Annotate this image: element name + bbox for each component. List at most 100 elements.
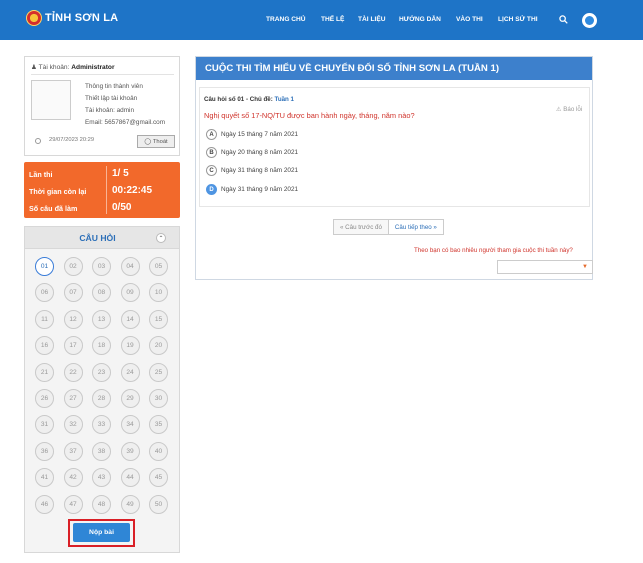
username-text: Tài khoản: admin [85,107,135,114]
question-number-33[interactable]: 33 [92,415,111,435]
question-number-24[interactable]: 24 [120,362,140,382]
question-number-21[interactable]: 21 [35,362,54,382]
question-number-32[interactable]: 32 [63,415,83,435]
nav-lich-su-thi[interactable]: LỊCH SỬ THI [498,16,538,23]
question-number-15[interactable]: 15 [149,309,168,329]
question-number-06[interactable]: 06 [35,283,54,303]
question-number-13[interactable]: 13 [92,309,111,329]
question-number-11[interactable]: 11 [35,309,54,329]
question-navigator: CÂU HỎI ⌃ 01 02 03 04 05 06 07 08 09 10 11 12 13 14 15… [24,226,180,553]
nav-the-le[interactable]: THỂ LỆ [321,16,344,23]
nav-vao-thi[interactable]: VÀO THI [456,16,483,23]
divider [31,74,174,75]
emblem-icon [26,10,42,26]
nav-tai-lieu[interactable]: TÀI LIỆU [358,16,385,23]
survey-question: Theo bạn có bao nhiêu người tham gia cuộ… [414,247,573,254]
chevron-up-icon[interactable]: ⌃ [156,233,166,243]
question-number-37[interactable]: 37 [63,441,83,461]
question-number-09[interactable]: 09 [120,283,140,303]
option-letter: B [206,147,217,158]
question-number-50[interactable]: 50 [149,494,168,514]
nav-trang-chu[interactable]: TRANG CHỦ [266,16,306,23]
avatar [31,80,71,120]
question-navigator-header: CÂU HỎI ⌃ [25,227,179,249]
question-topic[interactable]: Tuần 1 [275,96,294,103]
question-number-08[interactable]: 08 [92,283,111,303]
time-left-value: 00:22:45 [112,185,153,196]
question-number-46[interactable]: 46 [35,494,54,514]
question-number-12[interactable]: 12 [63,309,83,329]
attempt-label: Lần thi [29,170,53,179]
user-avatar-icon[interactable] [582,13,597,28]
question-number-47[interactable]: 47 [63,494,83,514]
question-number-38[interactable]: 38 [92,441,111,461]
submit-button[interactable]: Nộp bài [73,523,130,542]
option-text: Ngày 15 tháng 7 năm 2021 [221,131,299,138]
question-navigator-title: CÂU HỎI [79,233,116,243]
answered-label: Số câu đã làm [29,204,78,213]
question-pager: « Câu trước đó Câu tiếp theo » [333,219,444,235]
profile-link[interactable]: Thông tin thành viên [85,83,143,90]
previous-question-button[interactable]: « Câu trước đó [333,219,389,235]
account-settings-link[interactable]: Thiết lập tài khoản [85,95,137,102]
question-number-18[interactable]: 18 [92,336,111,356]
question-number-19[interactable]: 19 [120,336,140,356]
option-a[interactable]: A Ngày 15 tháng 7 năm 2021 [206,129,298,140]
option-c[interactable]: C Ngày 31 tháng 8 năm 2021 [206,165,298,176]
question-number-25[interactable]: 25 [149,362,168,382]
option-b[interactable]: B Ngày 20 tháng 8 năm 2021 [206,147,298,158]
question-number-29[interactable]: 29 [120,389,140,408]
question-number-36[interactable]: 36 [35,441,54,461]
question-number-42[interactable]: 42 [63,468,83,488]
question-number-40[interactable]: 40 [149,441,168,461]
attempt-value: 1/ 5 [112,168,129,179]
option-text: Ngày 20 tháng 8 năm 2021 [221,149,299,156]
search-icon[interactable] [559,15,568,24]
question-number-16[interactable]: 16 [35,336,54,356]
answered-value: 0/50 [112,202,132,213]
question-number-43[interactable]: 43 [92,468,111,488]
question-number-44[interactable]: 44 [120,468,140,488]
question-number-03[interactable]: 03 [92,257,111,276]
question-number-31[interactable]: 31 [35,415,54,435]
question-number-23[interactable]: 23 [92,362,111,382]
caret-down-icon: ▼ [582,264,588,270]
question-number-14[interactable]: 14 [120,309,140,329]
question-number-34[interactable]: 34 [120,415,140,435]
question-number-26[interactable]: 26 [35,389,54,408]
question-number-28[interactable]: 28 [92,389,111,408]
option-letter: A [206,129,217,140]
survey-select[interactable]: ▼ [497,260,593,274]
contest-header: CUỘC THI TÌM HIỂU VỀ CHUYỂN ĐỔI SỐ TỈNH … [196,57,592,80]
next-question-button[interactable]: Câu tiếp theo » [388,219,444,235]
question-number-10[interactable]: 10 [149,283,168,303]
question-number-22[interactable]: 22 [63,362,83,382]
question-number-48[interactable]: 48 [92,494,111,514]
question-number-41[interactable]: 41 [35,468,54,488]
question-number-20[interactable]: 20 [149,336,168,356]
report-error-link[interactable]: ⚠ Báo lỗi [556,106,582,113]
logout-button[interactable]: ◯ Thoát [137,135,175,148]
question-number-17[interactable]: 17 [63,336,83,356]
exam-stats: Lần thi 1/ 5 Thời gian còn lại 00:22:45 … [24,162,180,218]
question-number-30[interactable]: 30 [149,389,168,408]
logout-label: Thoát [152,138,168,145]
question-number-01[interactable]: 01 [35,257,54,276]
brand-title: TỈNH SƠN LA [45,12,119,24]
question-number-04[interactable]: 04 [120,257,140,276]
nav-huong-dan[interactable]: HƯỚNG DẪN [399,16,441,23]
question-number-02[interactable]: 02 [63,257,83,276]
question-number-05[interactable]: 05 [149,257,168,276]
divider [106,166,107,214]
option-d[interactable]: D Ngày 31 tháng 9 năm 2021 [206,184,298,195]
account-name: Administrator [71,64,115,71]
question-number-39[interactable]: 39 [120,441,140,461]
account-label: Tài khoản: [38,64,70,71]
question-number-45[interactable]: 45 [149,468,168,488]
question-number-49[interactable]: 49 [120,494,140,514]
question-number-27[interactable]: 27 [63,389,83,408]
question-number-07[interactable]: 07 [63,283,83,303]
question-number-35[interactable]: 35 [149,415,168,435]
question-meta-prefix: Câu hỏi số 01 - Chủ đề: [204,96,273,103]
site-logo[interactable]: TỈNH SƠN LA [26,10,118,26]
